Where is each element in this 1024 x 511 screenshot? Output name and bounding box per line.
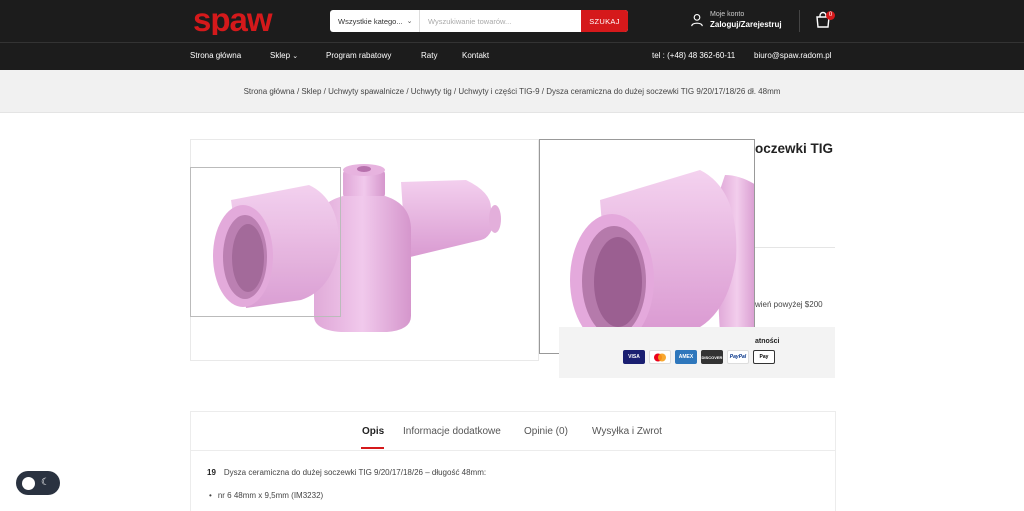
- description-text: 19 Dysza ceramiczna do dużej soczewki TIG…: [207, 468, 486, 477]
- payment-icons: VISA AMEX DISCOVER PayPal Pay: [623, 350, 775, 364]
- search-bar: Wszystkie katego... ⌄ SZUKAJ: [330, 10, 628, 32]
- phone-number[interactable]: tel : (+48) 48 362-60-11: [652, 51, 735, 60]
- nav-item-shop-label: Sklep: [270, 51, 291, 60]
- category-select-label: Wszystkie katego...: [338, 16, 403, 26]
- account-link[interactable]: Moje konto Zaloguj/Zarejestruj: [690, 10, 782, 30]
- paypal-icon: PayPal: [727, 350, 749, 364]
- chevron-down-icon: ⌄: [406, 18, 413, 25]
- active-tab-indicator: [361, 447, 384, 449]
- main-nav: [0, 42, 1024, 70]
- tab-description[interactable]: Opis: [362, 426, 384, 437]
- search-button[interactable]: SZUKAJ: [581, 10, 628, 32]
- product-title: oczewki TIG: [755, 141, 834, 156]
- dark-mode-toggle[interactable]: ☾: [16, 471, 60, 495]
- nav-item-discount-program[interactable]: Program rabatowy: [326, 51, 391, 60]
- discover-icon: DISCOVER: [701, 350, 723, 364]
- breadcrumb[interactable]: Strona główna / Sklep / Uchwyty spawalni…: [0, 87, 1024, 96]
- user-icon: [691, 14, 703, 27]
- account-label: Moje konto: [710, 11, 745, 18]
- description-number: 19: [207, 468, 216, 477]
- zoomed-product-image: [570, 170, 754, 353]
- apple-pay-icon: Pay: [753, 350, 775, 364]
- mastercard-icon: [649, 350, 671, 364]
- summary-divider: [755, 247, 835, 248]
- breadcrumb-bar: Strona główna / Sklep / Uchwyty spawalni…: [0, 70, 1024, 113]
- toggle-knob: [22, 476, 35, 490]
- moon-icon: ☾: [41, 477, 50, 488]
- nav-item-shop[interactable]: Sklep ⌄: [270, 51, 298, 60]
- header-divider: [799, 10, 800, 32]
- chevron-down-icon: ⌄: [292, 53, 299, 60]
- category-select[interactable]: Wszystkie katego... ⌄: [330, 10, 420, 32]
- logo-text: spaw: [193, 5, 273, 35]
- email-link[interactable]: biuro@spaw.radom.pl: [754, 51, 832, 60]
- nav-item-home[interactable]: Strona główna: [190, 51, 241, 60]
- tab-shipping-returns[interactable]: Wysyłka i Zwrot: [592, 426, 662, 437]
- shipping-note: wień powyżej $200: [755, 300, 823, 309]
- zoom-preview: [539, 139, 755, 354]
- login-register-link[interactable]: Zaloguj/Zarejestruj: [710, 19, 782, 30]
- cart-count-badge: 0: [826, 11, 835, 20]
- visa-icon: VISA: [623, 350, 645, 364]
- nav-item-installments[interactable]: Raty: [421, 51, 437, 60]
- search-input[interactable]: [420, 10, 581, 32]
- description-body: Dysza ceramiczna do dużej soczewki TIG 9…: [223, 468, 487, 477]
- description-bullet: nr 6 48mm x 9,5mm (IM3232): [209, 491, 323, 500]
- nav-item-contact[interactable]: Kontakt: [462, 51, 489, 60]
- spaw-logo[interactable]: spaw: [193, 5, 297, 35]
- amex-icon: AMEX: [675, 350, 697, 364]
- payment-methods-label: atności: [755, 338, 780, 345]
- tab-additional-info[interactable]: Informacje dodatkowe: [403, 426, 501, 437]
- zoom-lens[interactable]: [190, 167, 341, 317]
- tabs-divider: [191, 450, 835, 451]
- tab-reviews[interactable]: Opinie (0): [524, 426, 568, 437]
